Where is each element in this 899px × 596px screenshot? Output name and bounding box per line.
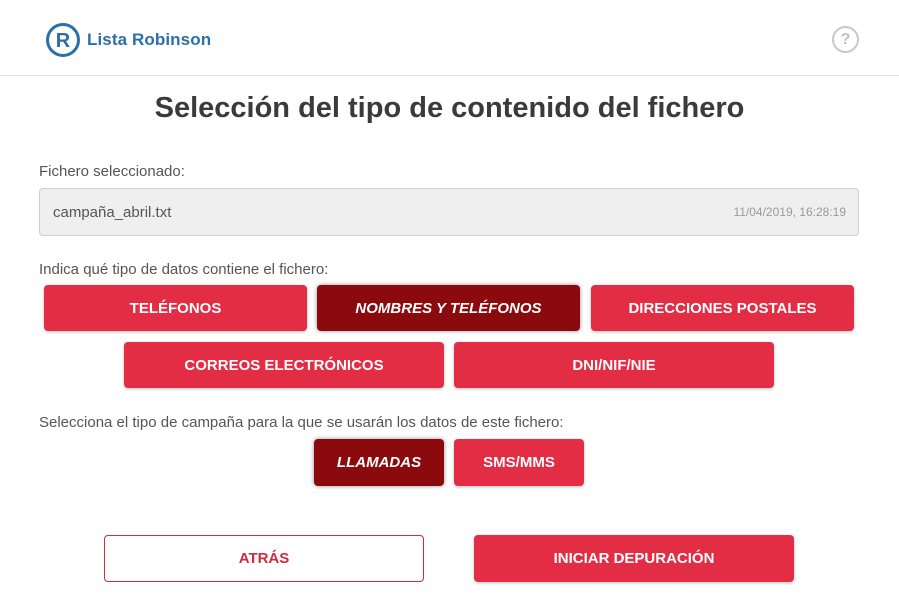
data-type-direcciones-button[interactable]: DIRECCIONES POSTALES xyxy=(591,285,854,331)
logo-letter: R xyxy=(56,30,71,52)
campaign-type-label: Selecciona el tipo de campaña para la qu… xyxy=(39,414,564,431)
page: R Lista Robinson ? Selección del tipo de… xyxy=(0,0,899,596)
logo-text: Lista Robinson xyxy=(87,30,212,49)
data-type-label: Indica qué tipo de datos contiene el fic… xyxy=(39,261,329,278)
logo[interactable]: R Lista Robinson xyxy=(45,22,211,58)
help-icon[interactable]: ? xyxy=(832,26,859,53)
selected-file-field: campaña_abril.txt 11/04/2019, 16:28:19 xyxy=(39,188,859,236)
data-type-telefonos-button[interactable]: TELÉFONOS xyxy=(44,285,307,331)
file-date: 11/04/2019, 16:28:19 xyxy=(733,205,846,219)
campaign-sms-button[interactable]: SMS/MMS xyxy=(454,439,584,486)
page-title: Selección del tipo de contenido del fich… xyxy=(154,92,745,124)
file-name: campaña_abril.txt xyxy=(53,204,172,221)
header: R Lista Robinson ? xyxy=(0,0,899,76)
data-type-dni-button[interactable]: DNI/NIF/NIE xyxy=(454,342,774,388)
campaign-llamadas-button[interactable]: LLAMADAS xyxy=(314,439,444,486)
robinson-logo-icon: R xyxy=(46,23,80,57)
data-type-correos-button[interactable]: CORREOS ELECTRÓNICOS xyxy=(124,342,444,388)
file-label: Fichero seleccionado: xyxy=(39,163,185,180)
back-button[interactable]: ATRÁS xyxy=(104,535,424,582)
start-cleanup-button[interactable]: INICIAR DEPURACIÓN xyxy=(474,535,794,582)
data-type-nombres-telefonos-button[interactable]: NOMBRES Y TELÉFONOS xyxy=(317,285,580,331)
